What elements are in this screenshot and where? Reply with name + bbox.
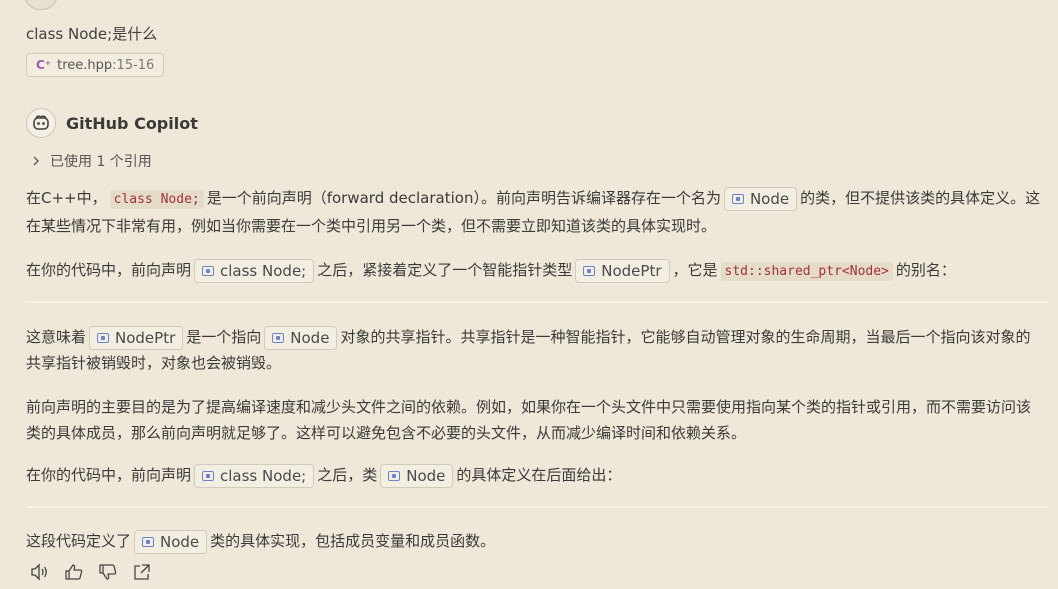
symbol-chip-node[interactable]: Node (723, 186, 798, 211)
ref-file-lines: :15-16 (112, 57, 155, 73)
thumbs-up-icon[interactable] (64, 563, 84, 581)
chip-label: NodePtr (601, 261, 662, 280)
symbol-chip-nodeptr[interactable]: NodePtr (575, 258, 670, 283)
symbol-chip-node[interactable]: Node (380, 463, 454, 488)
chip-label: Node (160, 532, 200, 551)
response-paragraph-4: 前向声明的主要目的是为了提高编译速度和减少头文件之间的依赖。例如，如果你在一个头… (26, 398, 1032, 442)
copilot-icon (33, 115, 49, 130)
symbol-chip-node[interactable]: Node (134, 529, 208, 554)
chip-label: NodePtr (115, 328, 176, 347)
previous-avatar-edge (24, 0, 58, 10)
chip-label: Node (749, 189, 790, 208)
text: 之后，类 (317, 466, 378, 484)
chip-label: Node (406, 466, 446, 485)
text: 在你的代码中，前向声明 (26, 261, 192, 279)
symbol-icon (388, 470, 401, 481)
text: 是一个指向 (186, 328, 262, 346)
thumbs-down-icon[interactable] (98, 563, 118, 581)
text: 的别名： (895, 261, 956, 279)
response-paragraph-2: 在你的代码中，前向声明 class Node; 之后，紧接着定义了一个智能指针类型 N… (26, 257, 1041, 285)
chip-label: class Node; (220, 466, 307, 485)
copilot-avatar (26, 108, 56, 138)
response-paragraph-5: 在你的代码中，前向声明 class Node; 之后，类 Node 的具体定义在后面给出… (26, 462, 1041, 488)
user-question: class Node;是什么 (26, 25, 158, 43)
symbol-icon (583, 265, 596, 276)
response-author: GitHub Copilot (66, 114, 198, 133)
insert-icon[interactable] (132, 563, 152, 581)
speaker-icon[interactable] (30, 563, 50, 581)
chevron-right-icon (33, 156, 39, 166)
ref-file-name: tree.hpp (57, 57, 113, 73)
chip-label: class Node; (220, 261, 307, 280)
symbol-icon (97, 332, 110, 343)
text: 这段代码定义了 (26, 532, 132, 550)
response-paragraph-6: 这段代码定义了 Node 类的具体实现，包括成员变量和成员函数。 (26, 528, 1041, 554)
text: 之后，紧接着定义了一个智能指针类型 (317, 261, 573, 279)
text: 类的具体实现，包括成员变量和成员函数。 (210, 532, 496, 550)
cpp-file-icon: C⁺ (36, 58, 52, 72)
symbol-chip-class-node[interactable]: class Node; (194, 258, 315, 283)
symbol-chip-node[interactable]: Node (264, 325, 338, 350)
symbol-icon (272, 332, 285, 343)
response-actions (30, 563, 152, 581)
symbol-icon (202, 470, 215, 481)
symbol-icon (202, 265, 215, 276)
text: 的具体定义在后面给出： (456, 466, 622, 484)
used-references-label: 已使用 1 个引用 (50, 154, 152, 170)
inline-code: class Node; (109, 190, 204, 209)
symbol-icon (142, 536, 155, 547)
text: 这意味着 (26, 328, 87, 346)
response-paragraph-3: 这意味着 NodePtr 是一个指向 Node 对象的共享指针。共享指针是一种智能指针，… (26, 324, 1041, 376)
chip-label: Node (290, 328, 330, 347)
code-block-collapsed (26, 301, 1048, 303)
text: ，它是 (672, 261, 718, 279)
code-block-collapsed (26, 506, 1048, 508)
symbol-icon (731, 193, 744, 204)
text: 在C++中， (26, 189, 107, 207)
symbol-chip-nodeptr[interactable]: NodePtr (89, 325, 184, 350)
used-references-toggle[interactable]: 已使用 1 个引用 (32, 151, 152, 171)
symbol-chip-class-node[interactable]: class Node; (194, 463, 315, 488)
inline-code: std::shared_ptr<Node> (720, 262, 893, 281)
text: 在你的代码中，前向声明 (26, 466, 192, 484)
response-paragraph-1: 在C++中， class Node; 是一个前向声明（forward declara… (26, 185, 1041, 239)
file-reference-chip[interactable]: C⁺ tree.hpp:15-16 (26, 53, 165, 77)
text: 是一个前向声明（forward declaration）。前向声明告诉编译器存在… (206, 189, 721, 207)
